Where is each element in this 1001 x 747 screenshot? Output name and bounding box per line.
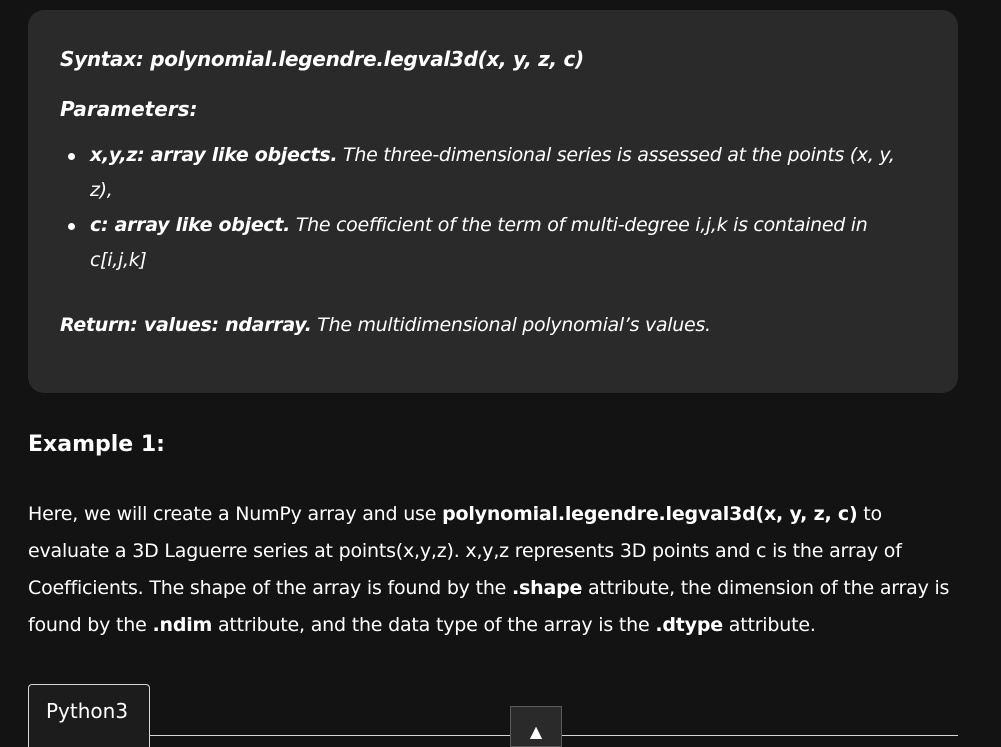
tab-python3[interactable]: Python3: [28, 684, 150, 747]
example-heading: Example 1:: [28, 432, 165, 457]
example-text: Here, we will create a NumPy array and u…: [28, 503, 443, 525]
return-description: The multidimensional polynomial’s values…: [311, 314, 711, 336]
example-text: attribute.: [722, 614, 816, 636]
syntax-box: Syntax: polynomial.legendre.legval3d(x, …: [28, 10, 958, 393]
inline-code-legval3d: polynomial.legendre.legval3d(x, y, z, c): [442, 503, 858, 525]
arrow-up-icon: ▲: [529, 722, 543, 741]
inline-code-dtype: .dtype: [655, 614, 723, 636]
parameters-list: x,y,z: array like objects. The three-dim…: [60, 138, 926, 278]
example-description: Here, we will create a NumPy array and u…: [28, 496, 958, 644]
param-item-c: c: array like object. The coefficient of…: [68, 208, 926, 278]
param-name: c: array like object.: [90, 214, 291, 236]
param-name: x,y,z: array like objects.: [90, 144, 338, 166]
return-line: Return: values: ndarray. The multidimens…: [60, 310, 926, 340]
param-item-xyz: x,y,z: array like objects. The three-dim…: [68, 138, 926, 208]
syntax-line: Syntax: polynomial.legendre.legval3d(x, …: [60, 47, 584, 71]
inline-code-shape: .shape: [512, 577, 583, 599]
inline-code-ndim: .ndim: [152, 614, 213, 636]
example-text: attribute, and the data type of the arra…: [212, 614, 656, 636]
parameters-title: Parameters:: [60, 97, 198, 121]
scroll-to-top-button[interactable]: ▲: [510, 706, 562, 747]
return-label: Return: values: ndarray.: [60, 314, 312, 336]
